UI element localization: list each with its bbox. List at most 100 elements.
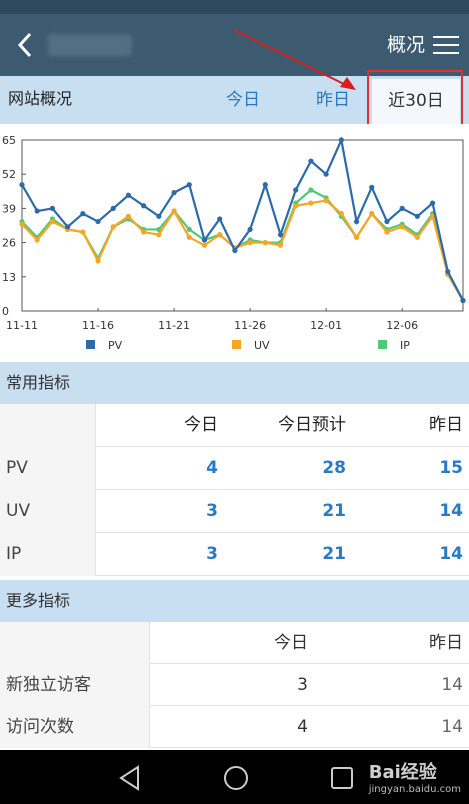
data-point-pv [429, 200, 436, 206]
data-point-uv [49, 218, 56, 225]
table-row-pv: PV 4 28 15 [0, 447, 469, 490]
data-point-pv [125, 192, 132, 198]
hamburger-menu-icon [433, 36, 459, 38]
data-point-pv [19, 182, 25, 188]
table-corner-cell [0, 622, 150, 664]
x-tick-label: 12-06 [386, 319, 418, 332]
cell-value: 15 [439, 458, 463, 478]
data-point-pv [141, 203, 147, 209]
blurred-site-name [48, 34, 132, 56]
watermark-suffix: 经验 [400, 762, 437, 783]
header-today: 今日 [184, 415, 218, 435]
row-label: 访问次数 [0, 706, 150, 748]
more-metrics-title: 更多指标 [0, 580, 469, 622]
row-label: IP [0, 533, 96, 576]
more-metrics-table: 今日 昨日 新独立访客 3 14 访问次数 4 14 [0, 622, 469, 748]
data-point-uv [186, 234, 192, 240]
table-row-ip: IP 3 21 14 [0, 533, 469, 576]
chart-svg: 0 13 26 39 52 65 11-11 11-16 11-21 11-26 12-01 12-0… [2, 134, 466, 352]
y-tick-label: 26 [2, 237, 16, 250]
data-point-pv [95, 218, 101, 225]
data-point-uv [217, 232, 223, 238]
data-point-uv [156, 232, 162, 238]
data-point-uv [262, 240, 268, 246]
table-header-row: 今日 昨日 [0, 622, 469, 664]
x-tick-label: 11-21 [158, 319, 190, 332]
data-point-uv [353, 234, 360, 240]
data-point-pv [308, 158, 314, 164]
series-line-pv [21, 136, 464, 301]
data-point-uv [247, 240, 253, 246]
cell-value: 14 [439, 501, 463, 521]
legend-swatch-pv [86, 340, 95, 349]
cell-value: 28 [322, 458, 346, 478]
data-point-ip [186, 226, 192, 233]
data-point-uv [19, 221, 25, 227]
data-point-pv [353, 218, 360, 225]
table-row-visits: 访问次数 4 14 [0, 706, 469, 748]
triangle-back-icon[interactable] [116, 764, 144, 792]
cell-value: 3 [297, 675, 308, 695]
data-point-uv [384, 229, 390, 235]
legend-label-pv: PV [108, 339, 123, 352]
header-yesterday: 昨日 [429, 633, 463, 653]
data-point-uv [399, 224, 405, 230]
data-point-uv [34, 237, 40, 243]
data-point-uv [141, 229, 147, 235]
status-bar [0, 0, 469, 14]
data-point-pv [201, 237, 208, 243]
circle-home-icon[interactable] [222, 764, 250, 792]
data-point-pv [414, 213, 420, 219]
data-point-uv [293, 203, 299, 209]
table-row-new-visitors: 新独立访客 3 14 [0, 664, 469, 706]
y-tick-label: 13 [2, 271, 16, 284]
watermark-url: jingyan.baidu.com [368, 784, 461, 795]
data-point-pv [49, 205, 56, 211]
x-tick-label: 11-26 [234, 319, 266, 332]
row-label: UV [0, 490, 96, 533]
data-point-uv [171, 208, 177, 214]
data-point-pv [65, 224, 71, 230]
data-point-uv [414, 234, 420, 240]
data-point-pv [80, 211, 86, 217]
data-point-uv [338, 211, 344, 217]
data-point-pv [384, 218, 390, 225]
tab-yesterday[interactable]: 昨日 [305, 76, 361, 124]
data-point-ip [308, 187, 314, 193]
header-today-forecast: 今日预计 [278, 415, 346, 435]
cell-value: 21 [322, 544, 346, 564]
data-point-pv [445, 268, 451, 275]
cell-value: 14 [441, 675, 463, 695]
data-point-pv [460, 297, 466, 304]
cell-value: 14 [441, 717, 463, 737]
cell-value: 21 [322, 501, 346, 521]
data-point-pv [399, 205, 405, 211]
data-point-pv [34, 208, 40, 214]
back-button[interactable] [8, 26, 42, 64]
legend-swatch-ip [378, 340, 387, 349]
data-point-uv [323, 197, 329, 204]
section-label: 网站概况 [8, 89, 73, 108]
data-point-pv [171, 190, 177, 196]
tab-today[interactable]: 今日 [215, 76, 271, 124]
data-point-uv [201, 242, 208, 248]
annotation-highlight-box [367, 70, 463, 128]
legend-swatch-uv [232, 340, 241, 349]
data-point-pv [110, 205, 116, 211]
cell-value: 3 [206, 544, 218, 564]
line-chart: 0 13 26 39 52 65 11-11 11-16 11-21 11-26 12-01 12-0… [0, 124, 469, 360]
x-tick-label: 11-11 [6, 319, 38, 332]
cell-value: 14 [439, 544, 463, 564]
row-label: 新独立访客 [0, 664, 150, 706]
app-bar: 概况 [0, 14, 469, 76]
data-point-uv [110, 224, 116, 230]
menu-button[interactable] [433, 32, 459, 58]
row-label: PV [0, 447, 96, 490]
data-point-pv [262, 182, 268, 188]
data-point-pv [247, 226, 253, 233]
legend-label-uv: UV [254, 339, 270, 352]
data-point-pv [232, 247, 238, 254]
square-recent-icon[interactable] [328, 764, 356, 792]
data-point-pv [323, 171, 329, 177]
cell-value: 4 [206, 458, 218, 478]
